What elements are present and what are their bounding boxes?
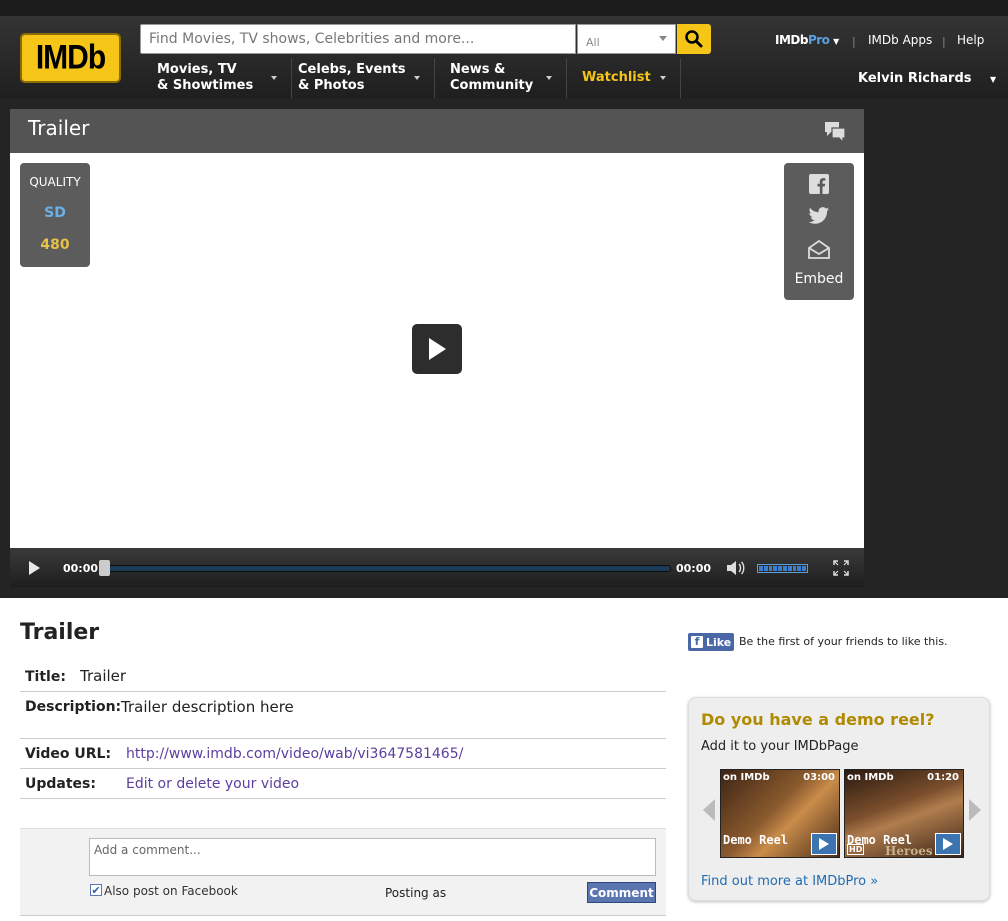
player-controls: 00:00 00:00 (10, 548, 864, 587)
detail-title-row: Title: Trailer (20, 660, 666, 692)
demo-video-thumb[interactable]: on IMDb 01:20 Demo Reel Heroes HD (844, 769, 964, 858)
help-link[interactable]: Help (957, 33, 984, 47)
comment-button[interactable]: Comment (587, 882, 656, 903)
current-time: 00:00 (63, 562, 99, 575)
chevron-down-icon (546, 76, 552, 80)
play-icon (811, 833, 837, 855)
facebook-icon: f (691, 636, 703, 648)
imdbpro-menu[interactable]: IMDbPro ▼ (775, 33, 839, 47)
carousel-prev-icon[interactable] (703, 799, 715, 821)
play-icon (935, 833, 961, 855)
quality-480[interactable]: 480 (20, 237, 90, 253)
nav-movies-tv[interactable]: Movies, TV & Showtimes (142, 58, 292, 98)
fullscreen-icon[interactable] (833, 560, 849, 576)
demo-video-thumb[interactable]: on IMDb 03:00 Demo Reel (720, 769, 840, 858)
nav-news-community[interactable]: News & Community (435, 58, 567, 98)
user-menu[interactable]: Kelvin Richards ▼ (858, 71, 996, 86)
quality-sd[interactable]: SD (20, 205, 90, 221)
chevron-down-icon (660, 76, 666, 80)
hd-badge: HD (847, 844, 865, 855)
top-strip (0, 0, 1008, 16)
imdbpro-link[interactable]: Find out more at IMDbPro » (701, 874, 878, 889)
carousel-next-icon[interactable] (969, 799, 981, 821)
play-icon[interactable] (28, 560, 41, 576)
facebook-like-button[interactable]: f Like (688, 633, 734, 651)
search-category-select[interactable]: All (577, 24, 676, 54)
page-title: Trailer (20, 620, 100, 645)
detail-updates-row: Updates: Edit or delete your video (20, 769, 666, 799)
search-button[interactable] (677, 24, 711, 54)
player-header: Trailer (10, 109, 864, 153)
volume-slider[interactable] (757, 564, 808, 573)
detail-description-row: Description: Trailer description here (20, 692, 666, 739)
seek-bar[interactable] (101, 565, 671, 572)
demo-heading: Do you have a demo reel? (701, 710, 935, 729)
detail-url-row: Video URL: http://www.imdb.com/video/wab… (20, 739, 666, 769)
email-icon[interactable] (808, 240, 830, 259)
nav-watchlist[interactable]: Watchlist (567, 58, 681, 98)
chevron-down-icon: ▼ (833, 37, 839, 46)
imdb-apps-link[interactable]: IMDb Apps (868, 33, 932, 47)
chevron-down-icon: ▼ (990, 75, 997, 84)
seek-handle[interactable] (99, 560, 110, 576)
play-icon (429, 338, 446, 360)
share-panel: Embed (784, 163, 854, 300)
imdb-logo[interactable]: IMDb (20, 33, 121, 83)
demo-reel-panel: Do you have a demo reel? Add it to your … (688, 697, 990, 901)
chevron-down-icon (659, 36, 667, 41)
comments-icon[interactable] (823, 120, 847, 142)
twitter-icon[interactable] (808, 206, 830, 226)
facebook-icon[interactable] (809, 174, 829, 194)
player-title: Trailer (28, 116, 90, 140)
nav-celebs-events[interactable]: Celebs, Events & Photos (283, 58, 435, 98)
quality-panel: QUALITY SD 480 (20, 163, 90, 267)
total-time: 00:00 (676, 562, 712, 575)
search-icon (685, 30, 703, 48)
check-icon: ✔ (91, 883, 101, 897)
facebook-post-checkbox[interactable]: ✔ (90, 883, 102, 897)
play-button[interactable] (412, 324, 462, 374)
embed-button[interactable]: Embed (784, 271, 854, 287)
video-url-link[interactable]: http://www.imdb.com/video/wab/vi36475814… (126, 746, 463, 762)
search-input[interactable]: Find Movies, TV shows, Celebrities and m… (140, 24, 576, 54)
edit-video-link[interactable]: Edit or delete your video (126, 776, 299, 792)
volume-icon[interactable] (726, 560, 746, 576)
chevron-down-icon (271, 76, 277, 80)
chevron-down-icon (414, 76, 420, 80)
comment-input[interactable]: Add a comment... (89, 838, 656, 876)
